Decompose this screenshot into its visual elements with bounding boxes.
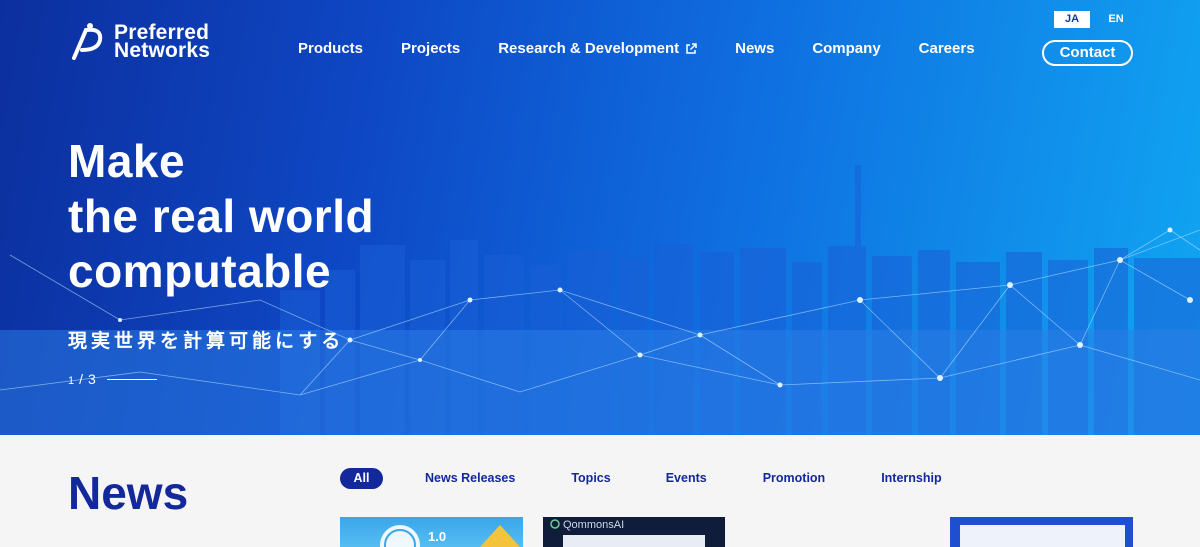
external-link-icon (686, 42, 697, 54)
news-filter-tabs: All News Releases Topics Events Promotio… (340, 468, 942, 489)
news-card-thumbnail[interactable]: 1.0 (340, 517, 523, 547)
brand-logo[interactable]: Preferred Networks (66, 20, 210, 64)
tab-events[interactable]: Events (666, 468, 707, 489)
headline-line2: the real world (68, 190, 375, 242)
tab-promotion[interactable]: Promotion (763, 468, 826, 489)
main-nav: Products Projects Research & Development… (298, 40, 1013, 57)
hero-subtitle: 現実世界を計算可能にする (68, 331, 345, 352)
contact-button[interactable]: Contact (1042, 40, 1133, 66)
tab-news-releases[interactable]: News Releases (425, 468, 515, 489)
headline-line3: computable (68, 245, 332, 297)
tab-internship[interactable]: Internship (881, 468, 941, 489)
brand-wordmark: Preferred Networks (114, 22, 211, 62)
hero-headline: Make the real world computable (68, 134, 374, 299)
card1-badge: 1.0 (428, 529, 446, 544)
headline-line1: Make (68, 135, 186, 187)
nav-projects[interactable]: Projects (401, 40, 460, 57)
pager-separator: / (79, 371, 84, 387)
card2-title: QommonsAI (563, 519, 624, 531)
nav-company[interactable]: Company (812, 40, 880, 57)
lang-ja-button[interactable]: JA (1054, 11, 1090, 28)
hero-banner: Preferred Networks JA EN Products Projec… (0, 0, 1200, 435)
language-switcher: JA EN (1054, 11, 1134, 28)
slide-pager[interactable]: 1 / 3 (68, 371, 157, 387)
pager-progress-line (106, 378, 157, 380)
news-card-thumbnail[interactable] (950, 517, 1133, 547)
nav-research-label: Research & Development (498, 40, 680, 57)
lang-en-button[interactable]: EN (1098, 11, 1134, 28)
pfn-logo-icon (72, 23, 103, 60)
news-section-title: News (68, 467, 189, 519)
nav-news[interactable]: News (735, 40, 774, 57)
nav-careers[interactable]: Careers (919, 40, 975, 57)
nav-research[interactable]: Research & Development (498, 40, 697, 57)
pager-total: 3 (88, 371, 96, 387)
card3-illustration (960, 525, 1125, 547)
tab-topics[interactable]: Topics (571, 468, 610, 489)
news-card-thumbnail[interactable]: QommonsAI (543, 517, 725, 547)
card2-illustration: QommonsAI (550, 519, 705, 547)
nav-products[interactable]: Products (298, 40, 363, 57)
brand-line2: Networks (114, 39, 211, 62)
card1-illustration: 1.0 (380, 525, 520, 547)
tab-all[interactable]: All (340, 468, 383, 489)
pager-current: 1 (68, 375, 75, 387)
